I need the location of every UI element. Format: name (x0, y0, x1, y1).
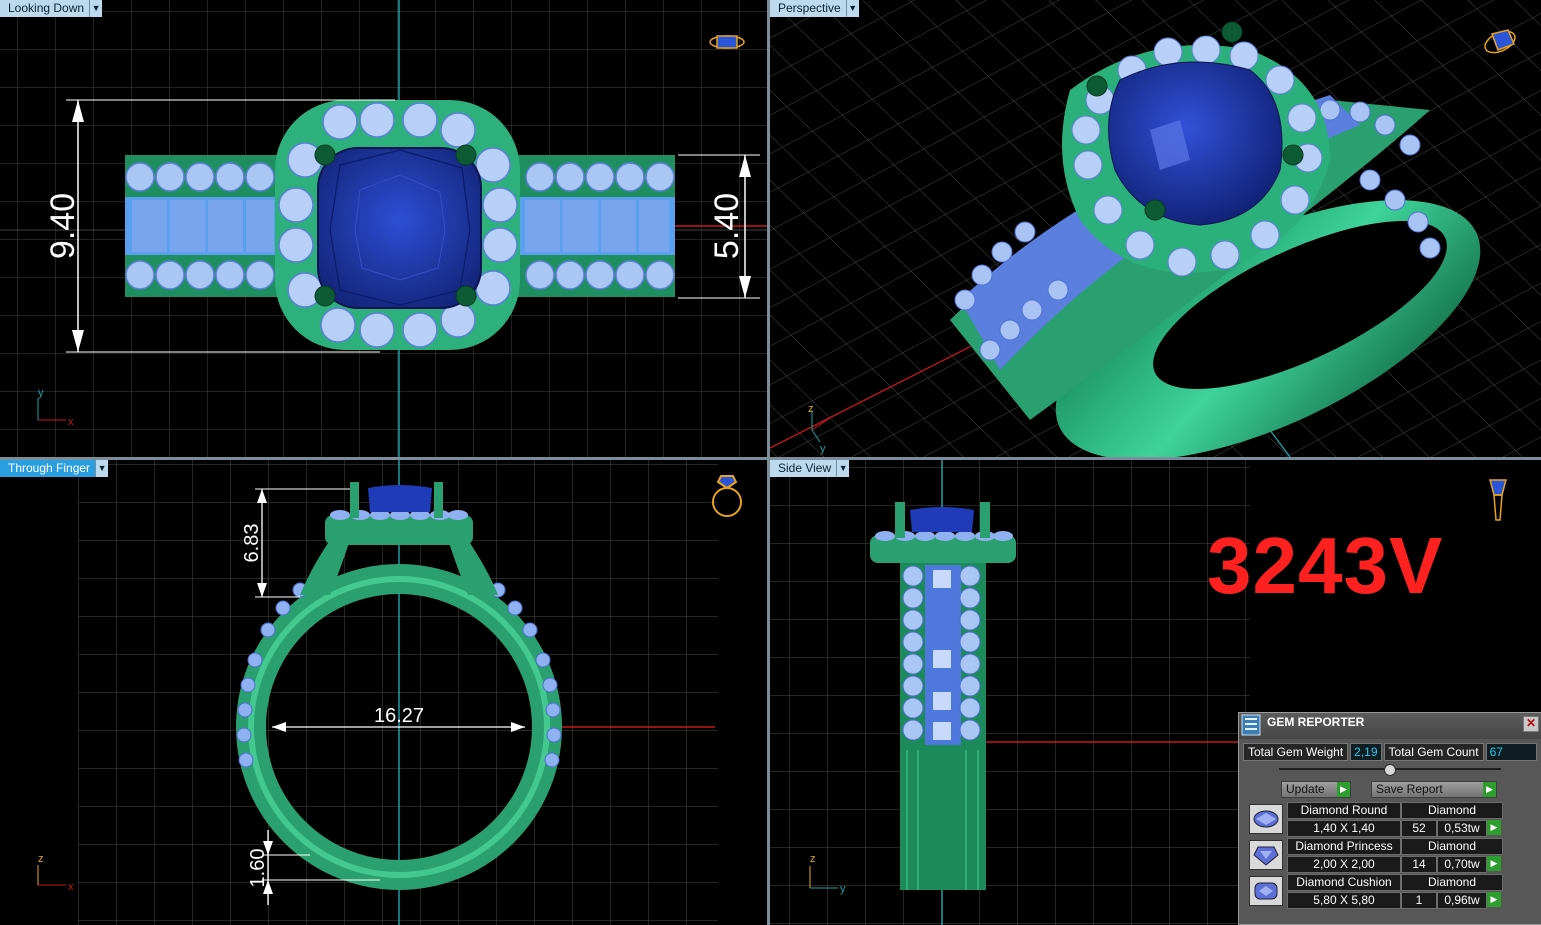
axis-y-label: y (820, 443, 826, 455)
gem-count: 14 (1401, 856, 1437, 873)
gem-reporter-icon (1241, 714, 1261, 736)
play-arrow-icon[interactable]: ▶ (1487, 856, 1501, 871)
total-gem-count-value: 67 (1485, 743, 1537, 761)
viewport-perspective[interactable]: z y Perspective ▼ (770, 0, 1541, 457)
gem-size: 5,80 X 5,80 (1287, 892, 1401, 909)
play-arrow-icon: ▶ (1337, 782, 1350, 797)
play-arrow-icon[interactable]: ▶ (1487, 892, 1501, 907)
round-gem-icon (1249, 804, 1283, 834)
gem-reporter-title: GEM REPORTER (1267, 715, 1365, 729)
gem-row[interactable]: Diamond Cushion Diamond 5,80 X 5,80 1 0,… (1245, 873, 1535, 909)
chevron-down-icon[interactable]: ▼ (837, 460, 850, 477)
gem-size: 2,00 X 2,00 (1287, 856, 1401, 873)
viewport-tab-label: Through Finger (0, 460, 97, 477)
gem-material: Diamond (1401, 838, 1503, 855)
gem-weight: 0,70tw (1437, 856, 1487, 873)
gem-row[interactable]: Diamond Princess Diamond 2,00 X 2,00 14 … (1245, 837, 1535, 873)
dim-label-front-head: 6.83 (241, 524, 263, 563)
gem-count: 1 (1401, 892, 1437, 909)
gem-size: 1,40 X 1,40 (1287, 820, 1401, 837)
gem-reporter-titlebar[interactable]: GEM REPORTER ✕ (1239, 713, 1541, 739)
model-code: 3243V (1207, 521, 1444, 610)
axis-y-label: y (840, 883, 846, 895)
chevron-down-icon[interactable]: ▼ (96, 460, 109, 477)
cushion-gem-icon (1249, 876, 1283, 906)
axis-z-label: z (808, 403, 814, 415)
axis-y-label: y (38, 387, 44, 399)
princess-gem-icon (1249, 840, 1283, 870)
gem-list: Diamond Round Diamond 1,40 X 1,40 52 0,5… (1245, 801, 1535, 909)
update-button[interactable]: Update ▶ (1281, 781, 1351, 798)
viewport-looking-down[interactable]: 9.40 5.40 y x Looking Down ▼ (0, 0, 767, 457)
viewport-tab-perspective[interactable]: Perspective ▼ (770, 0, 859, 17)
total-gem-count-label: Total Gem Count (1383, 743, 1484, 761)
gem-material: Diamond (1401, 802, 1503, 819)
axis-x-label: x (68, 881, 74, 893)
total-gem-weight-label: Total Gem Weight (1243, 743, 1349, 761)
through-finger-scene: 6.83 16.27 1.60 z x (37, 460, 742, 925)
viewport-tab-label: Side View (770, 460, 838, 477)
viewport-tab-through-finger[interactable]: Through Finger ▼ (0, 460, 109, 477)
dim-label-top-band: 5.40 (708, 193, 746, 259)
axis-triad-icon (37, 865, 66, 886)
update-button-label: Update (1286, 782, 1325, 796)
viewport-tab-label: Looking Down (0, 0, 91, 17)
axis-x-label: x (68, 416, 74, 428)
dim-label-top-height: 9.40 (44, 193, 82, 259)
slider-knob[interactable] (1384, 764, 1396, 776)
dim-label-front-shank: 1.60 (247, 849, 269, 888)
chevron-down-icon[interactable]: ▼ (846, 0, 859, 17)
gem-name: Diamond Cushion (1287, 874, 1401, 891)
top-dimension-labels: 9.40 5.40 y x (38, 193, 746, 428)
save-report-button[interactable]: Save Report ▶ (1371, 781, 1497, 798)
gem-row[interactable]: Diamond Round Diamond 1,40 X 1,40 52 0,5… (1245, 801, 1535, 837)
gem-weight: 0,53tw (1437, 820, 1487, 837)
viewport-tab-label: Perspective (770, 0, 847, 17)
ring-side-orientation-icon (1489, 479, 1507, 521)
total-gem-weight-value: 2,19 (1350, 743, 1382, 761)
gem-name: Diamond Princess (1287, 838, 1401, 855)
axis-z-label: z (38, 853, 44, 865)
gem-name: Diamond Round (1287, 802, 1401, 819)
viewport-tab-side-view[interactable]: Side View ▼ (770, 460, 850, 477)
chevron-down-icon[interactable]: ▼ (90, 0, 103, 17)
play-arrow-icon[interactable]: ▶ (1487, 820, 1501, 835)
dim-label-front-inner: 16.27 (374, 705, 424, 727)
close-icon[interactable]: ✕ (1523, 716, 1539, 732)
gem-material: Diamond (1401, 874, 1503, 891)
gem-weight: 0,96tw (1437, 892, 1487, 909)
viewport-through-finger[interactable]: 6.83 16.27 1.60 z x Through Finger ▼ (0, 460, 767, 925)
save-report-button-label: Save Report (1376, 782, 1443, 796)
viewport-tab-looking-down[interactable]: Looking Down ▼ (0, 0, 103, 17)
axis-z-label: z (810, 853, 816, 865)
perspective-scene: z y (770, 0, 1541, 457)
gem-count: 52 (1401, 820, 1437, 837)
gem-reporter-panel[interactable]: GEM REPORTER ✕ Total Gem Weight 2,19 Tot… (1238, 712, 1541, 925)
play-arrow-icon: ▶ (1483, 782, 1496, 797)
